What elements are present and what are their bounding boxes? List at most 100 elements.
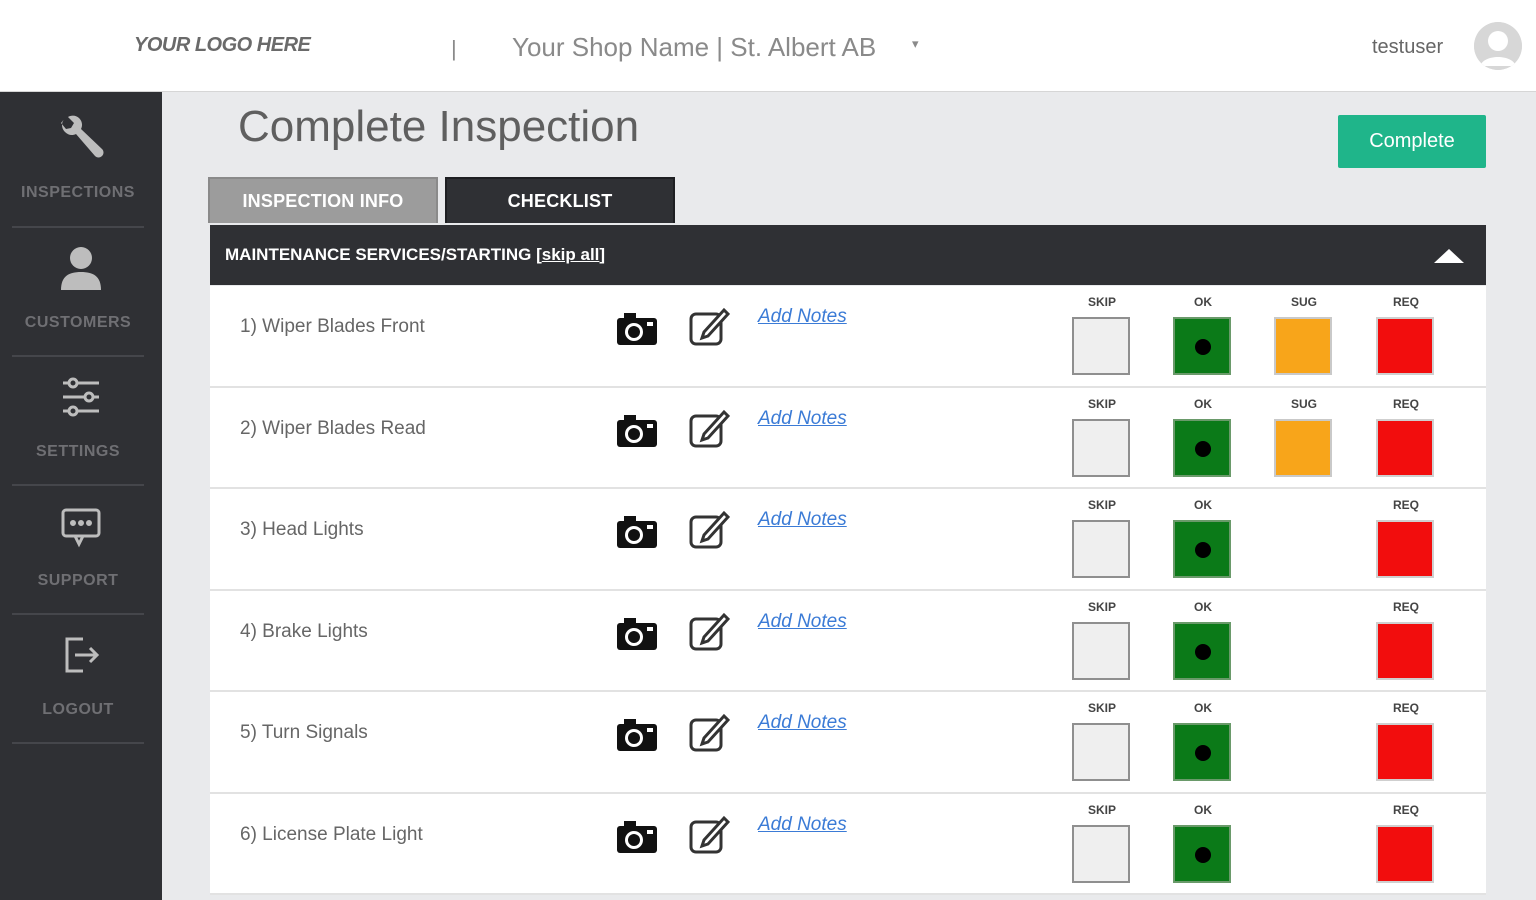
tab-checklist[interactable]: CHECKLIST bbox=[445, 177, 675, 223]
option-skip: SKIP bbox=[1072, 591, 1132, 680]
skip-checkbox[interactable] bbox=[1072, 418, 1130, 477]
sidebar-item-logout[interactable]: LOGOUT bbox=[0, 609, 162, 738]
option-skip: SKIP bbox=[1072, 286, 1132, 375]
selected-dot bbox=[1195, 643, 1211, 660]
sidebar-item-label: INSPECTIONS bbox=[21, 184, 135, 201]
edit-note-icon[interactable] bbox=[688, 509, 731, 549]
checklist: 1) Wiper Blades Front Add Notes SKIP OK bbox=[210, 286, 1486, 895]
req-checkbox[interactable] bbox=[1376, 621, 1434, 680]
ok-checkbox[interactable] bbox=[1173, 824, 1231, 883]
edit-note-icon[interactable] bbox=[688, 408, 731, 448]
option-ok: OK bbox=[1173, 489, 1233, 578]
user-icon bbox=[51, 240, 111, 296]
option-ok: OK bbox=[1173, 388, 1233, 477]
checklist-row: 1) Wiper Blades Front Add Notes SKIP OK bbox=[210, 286, 1486, 388]
section-title-text: MAINTENANCE SERVICES/STARTING bbox=[225, 245, 532, 264]
collapse-chevron-up-icon[interactable] bbox=[1434, 249, 1464, 263]
tab-inspection-info[interactable]: INSPECTION INFO bbox=[208, 177, 438, 223]
add-notes-link[interactable]: Add Notes bbox=[758, 306, 847, 328]
logo[interactable]: YOUR LOGO HERE bbox=[134, 34, 311, 57]
checklist-item-name: 4) Brake Lights bbox=[240, 620, 368, 642]
ok-checkbox[interactable] bbox=[1173, 520, 1231, 578]
ok-checkbox[interactable] bbox=[1173, 418, 1231, 477]
complete-button[interactable]: Complete bbox=[1338, 115, 1486, 168]
add-notes-link[interactable]: Add Notes bbox=[758, 712, 847, 734]
option-sug-label: SUG bbox=[1290, 295, 1317, 309]
checklist-row: 4) Brake Lights Add Notes SKIP OK REQ bbox=[210, 590, 1486, 692]
sidebar-item-label: LOGOUT bbox=[42, 701, 114, 718]
ok-checkbox[interactable] bbox=[1173, 723, 1231, 781]
sidebar-item-label: SUPPORT bbox=[37, 572, 119, 589]
edit-note-icon[interactable] bbox=[688, 611, 731, 651]
add-notes-link[interactable]: Add Notes bbox=[758, 509, 847, 531]
option-sug: SUG bbox=[1274, 388, 1334, 477]
username[interactable]: testuser bbox=[1372, 36, 1443, 59]
add-notes-link[interactable]: Add Notes bbox=[758, 814, 847, 836]
sidebar-item-label: SETTINGS bbox=[35, 443, 120, 460]
avatar[interactable] bbox=[1474, 22, 1522, 70]
sug-checkbox[interactable] bbox=[1274, 317, 1332, 375]
ok-checkbox[interactable] bbox=[1173, 621, 1231, 680]
option-ok-label: OK bbox=[1194, 396, 1212, 411]
camera-icon[interactable] bbox=[616, 312, 658, 346]
top-header: YOUR LOGO HERE | Your Shop Name | St. Al… bbox=[0, 0, 1536, 92]
option-req: REQ bbox=[1376, 489, 1436, 578]
sidebar-item-label: CUSTOMERS bbox=[24, 314, 132, 331]
sug-checkbox[interactable] bbox=[1274, 418, 1332, 477]
req-checkbox[interactable] bbox=[1376, 723, 1434, 781]
selected-dot bbox=[1195, 339, 1211, 355]
option-ok-label: OK bbox=[1194, 599, 1212, 614]
option-req: REQ bbox=[1376, 794, 1436, 883]
skip-checkbox[interactable] bbox=[1072, 317, 1130, 375]
option-ok-label: OK bbox=[1194, 802, 1212, 817]
logout-icon bbox=[51, 627, 111, 683]
checklist-item-name: 2) Wiper Blades Read bbox=[240, 417, 426, 439]
checklist-row: 2) Wiper Blades Read Add Notes SKIP OK S… bbox=[210, 387, 1486, 489]
option-ok: OK bbox=[1173, 692, 1233, 781]
skip-checkbox[interactable] bbox=[1072, 723, 1130, 781]
req-checkbox[interactable] bbox=[1376, 418, 1434, 477]
camera-icon[interactable] bbox=[616, 414, 658, 448]
header-separator: | bbox=[451, 36, 457, 61]
sidebar-item-settings[interactable]: SETTINGS bbox=[0, 351, 162, 480]
option-req: REQ bbox=[1376, 591, 1436, 680]
option-sug-label: SUG bbox=[1290, 396, 1317, 411]
chevron-down-icon[interactable]: ▾ bbox=[912, 36, 919, 52]
camera-icon[interactable] bbox=[616, 617, 658, 651]
ok-checkbox[interactable] bbox=[1173, 317, 1231, 375]
camera-icon[interactable] bbox=[616, 718, 658, 752]
option-sug: SUG bbox=[1274, 286, 1334, 375]
selected-dot bbox=[1195, 745, 1211, 761]
option-req-label: REQ bbox=[1392, 802, 1419, 817]
sidebar-item-inspections[interactable]: INSPECTIONS bbox=[0, 92, 162, 221]
add-notes-link[interactable]: Add Notes bbox=[758, 611, 847, 633]
camera-icon[interactable] bbox=[616, 515, 658, 549]
skip-checkbox[interactable] bbox=[1072, 621, 1130, 680]
wrench-icon bbox=[51, 110, 111, 166]
req-checkbox[interactable] bbox=[1376, 520, 1434, 578]
camera-icon[interactable] bbox=[616, 820, 658, 854]
option-ok: OK bbox=[1173, 286, 1233, 375]
edit-note-icon[interactable] bbox=[688, 712, 731, 752]
checklist-item-name: 3) Head Lights bbox=[240, 519, 364, 540]
option-ok-label: OK bbox=[1194, 498, 1212, 512]
checklist-row: 6) License Plate Light Add Notes SKIP OK bbox=[210, 793, 1486, 895]
req-checkbox[interactable] bbox=[1376, 824, 1434, 883]
shop-name[interactable]: Your Shop Name | St. Albert AB bbox=[512, 32, 876, 63]
edit-note-icon[interactable] bbox=[688, 814, 731, 854]
skip-checkbox[interactable] bbox=[1072, 520, 1130, 578]
sidebar-item-support[interactable]: SUPPORT bbox=[0, 480, 162, 609]
option-skip-label: SKIP bbox=[1087, 396, 1116, 411]
skip-all-link[interactable]: skip all bbox=[542, 245, 600, 264]
chat-icon bbox=[51, 498, 111, 554]
option-ok-label: OK bbox=[1194, 701, 1212, 715]
req-checkbox[interactable] bbox=[1376, 317, 1434, 375]
user-avatar-icon bbox=[1474, 22, 1522, 70]
checklist-item-name: 1) Wiper Blades Front bbox=[240, 316, 425, 337]
sidebar-item-customers[interactable]: CUSTOMERS bbox=[0, 222, 162, 351]
skip-checkbox[interactable] bbox=[1072, 824, 1130, 883]
add-notes-link[interactable]: Add Notes bbox=[758, 408, 847, 430]
option-ok: OK bbox=[1173, 794, 1233, 883]
selected-dot bbox=[1195, 846, 1211, 863]
edit-note-icon[interactable] bbox=[688, 306, 731, 346]
